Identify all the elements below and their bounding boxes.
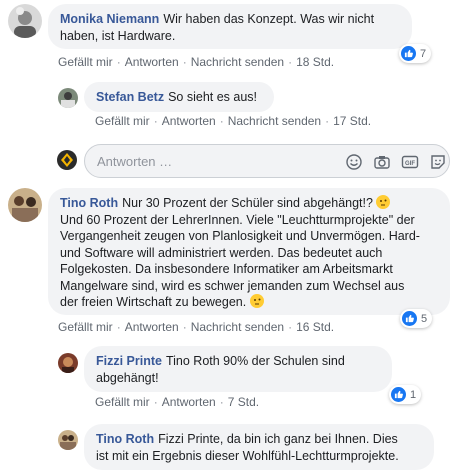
reaction-count[interactable]: 5 (400, 309, 433, 328)
comment-text: und Software will administriert werden. … (60, 245, 383, 260)
avatar (57, 150, 77, 170)
reaction-number: 7 (420, 47, 427, 60)
separator: · (219, 395, 224, 409)
comment-text: Folgekosten. Da insbesondere Informatike… (60, 262, 393, 276)
reaction-count[interactable]: 7 (399, 44, 432, 63)
reply-link[interactable]: Antworten (125, 55, 179, 69)
reaction-count[interactable]: 1 (389, 385, 422, 404)
comment-author[interactable]: Tino Roth (96, 432, 154, 446)
separator: · (116, 55, 121, 69)
like-reaction-icon (401, 46, 416, 61)
comment-text: So sieht es aus! (168, 90, 258, 104)
like-link[interactable]: Gefällt mir (58, 55, 113, 69)
comment-actions: Gefällt mir · Antworten · 7 Std. (95, 395, 259, 409)
avatar[interactable] (58, 430, 78, 450)
comment-author[interactable]: Tino Roth (60, 196, 118, 210)
comment-text: Fizzi Printe, da bin ich ganz bei Ihnen.… (158, 432, 398, 446)
comment-text: der freien Wirtschaft zu bewegen. (60, 295, 247, 309)
timestamp[interactable]: 17 Std. (333, 114, 371, 128)
reply-link[interactable]: Antworten (162, 114, 216, 128)
comment-bubble: Fizzi Printe Tino Roth 90% der Schulen si… (84, 346, 392, 392)
comment-author[interactable]: Monika Niemann (60, 12, 159, 26)
like-link[interactable]: Gefällt mir (95, 395, 150, 409)
timestamp[interactable]: 7 Std. (228, 395, 259, 409)
reply-link[interactable]: Antworten (162, 395, 216, 409)
comment-text: Und 60 Prozent der LehrerInnen. Viele "L… (60, 212, 415, 227)
comment-text: Nur 30 Prozent der Schüler sind abgehäng… (122, 196, 373, 210)
reply-input[interactable]: Antworten … GIF (84, 144, 450, 178)
comment-author[interactable]: Fizzi Printe (96, 354, 162, 368)
gif-icon[interactable]: GIF (401, 153, 419, 171)
separator: · (116, 320, 121, 334)
comment-actions: Gefällt mir · Antworten · Nachricht senden · 1… (58, 320, 334, 334)
comment-text: Mangelware sind, wird es schwer jemanden… (60, 278, 405, 293)
separator: · (153, 114, 158, 128)
comment-text: Tino Roth 90% der Schulen sind (165, 354, 345, 368)
thinking-emoji-icon (376, 195, 391, 209)
comment-bubble: Tino Roth Nur 30 Prozent der Schüler sind… (48, 188, 450, 315)
message-link[interactable]: Nachricht senden (228, 114, 321, 128)
timestamp[interactable]: 16 Std. (296, 320, 334, 334)
message-link[interactable]: Nachricht senden (191, 55, 284, 69)
like-reaction-icon (391, 387, 406, 402)
avatar[interactable] (58, 88, 78, 108)
comment-bubble: Tino Roth Fizzi Printe, da bin ich ganz b… (84, 424, 434, 470)
separator: · (288, 320, 293, 334)
avatar[interactable] (58, 353, 78, 373)
reaction-number: 1 (410, 388, 417, 401)
avatar[interactable] (8, 4, 42, 38)
comment-text: Wir haben das Konzept. Was wir nicht (163, 12, 375, 26)
comment-text: Vergangenheit zeugen von Planlosigkeit u… (60, 229, 420, 243)
emoji-icon[interactable] (345, 153, 363, 171)
comment-actions: Gefällt mir · Antworten · Nachricht senden · 1… (58, 55, 334, 69)
separator: · (219, 114, 224, 128)
reply-link[interactable]: Antworten (125, 320, 179, 334)
like-link[interactable]: Gefällt mir (58, 320, 113, 334)
camera-icon[interactable] (373, 153, 391, 171)
reply-placeholder: Antworten … (97, 154, 173, 169)
separator: · (325, 114, 330, 128)
svg-text:GIF: GIF (405, 161, 415, 167)
like-link[interactable]: Gefällt mir (95, 114, 150, 128)
thinking-emoji-icon (249, 294, 264, 308)
separator: · (182, 55, 187, 69)
comment-actions: Gefällt mir · Antworten · Nachricht senden · 1… (95, 114, 371, 128)
avatar[interactable] (8, 188, 42, 222)
separator: · (153, 395, 158, 409)
comment-author[interactable]: Stefan Betz (96, 90, 164, 104)
comment-text: ist mit ein Ergebnis dieser Wohlfühl-Lec… (96, 448, 399, 463)
sticker-icon[interactable] (429, 153, 447, 171)
reaction-number: 5 (421, 312, 428, 325)
comment-text: abgehängt! (96, 370, 159, 385)
comment-bubble: Monika Niemann Wir haben das Konzept. Was… (48, 4, 412, 49)
message-link[interactable]: Nachricht senden (191, 320, 284, 334)
comment-bubble: Stefan Betz So sieht es aus! (84, 82, 274, 112)
separator: · (288, 55, 293, 69)
separator: · (182, 320, 187, 334)
like-reaction-icon (402, 311, 417, 326)
timestamp[interactable]: 18 Std. (296, 55, 334, 69)
comment-text: haben, ist Hardware. (60, 28, 176, 43)
